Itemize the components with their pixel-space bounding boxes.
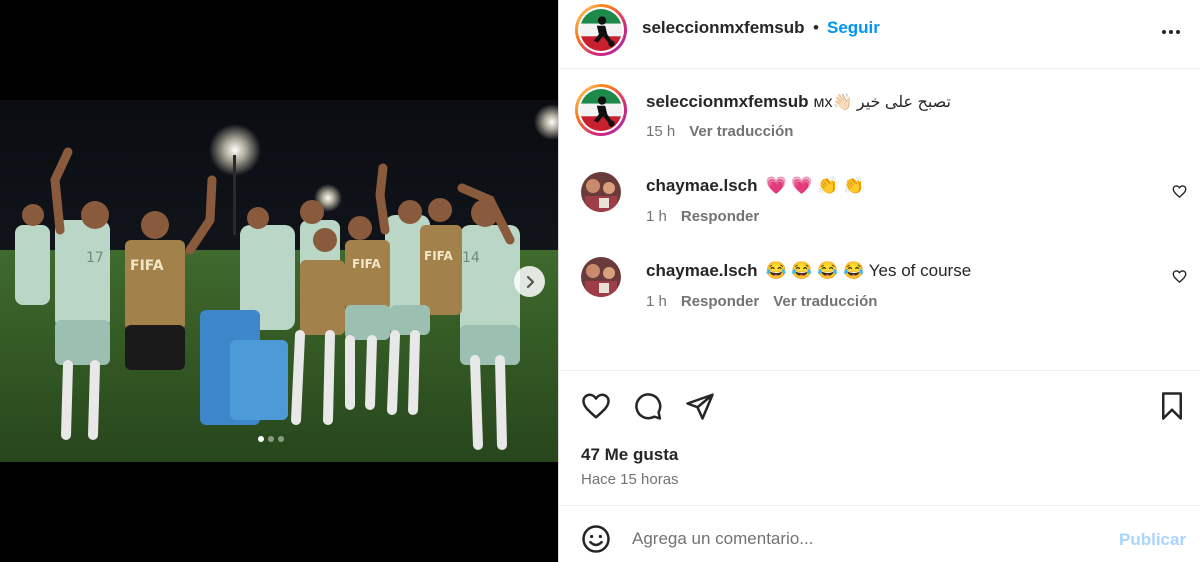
comment-text: 😂 😂 😂 😂 Yes of course [765,261,972,280]
caption-text: ᴍx👋🏻 تصبح على خير [813,94,951,111]
svg-text:FIFA: FIFA [130,258,164,274]
comment-username[interactable]: chaymae.lsch [646,261,758,280]
comment-icon[interactable] [633,391,663,421]
bookmark-icon[interactable] [1157,391,1187,421]
emoji-icon[interactable] [581,524,611,554]
comment-meta: 1 h Responder [646,208,773,225]
caption-username[interactable]: seleccionmxfemsub [646,92,809,111]
caption-avatar[interactable] [575,84,627,136]
comment-timestamp[interactable]: 1 h [646,208,667,225]
comment-input[interactable] [632,525,1062,553]
svg-text:FIFA: FIFA [424,249,453,263]
commenter-avatar[interactable] [581,257,621,297]
comment-line: chaymae.lsch 💗 💗 👏 👏 [646,176,864,196]
mexico-team-logo [580,89,622,131]
post-timestamp[interactable]: Hace 15 horas [581,471,679,488]
comment-timestamp[interactable]: 1 h [646,293,667,310]
more-options-icon[interactable] [1159,20,1183,44]
heart-icon[interactable] [1172,184,1187,199]
carousel-dot [278,436,284,442]
caption-line: seleccionmxfemsub ᴍx👋🏻 تصبح على خير [646,92,951,112]
see-translation-button[interactable]: Ver traducción [773,293,877,310]
comment-composer: Publicar [559,505,1200,562]
media-panel: FIFA FIFA FIFA 17 14 [0,0,558,562]
likes-count[interactable]: 47 Me gusta [581,445,678,465]
carousel-next-button[interactable] [514,266,545,297]
caption-meta: 15 h Ver traducción [646,123,807,140]
post-header: seleccionmxfemsub • Seguir [559,0,1200,69]
publish-button[interactable]: Publicar [1119,530,1186,550]
svg-text:14: 14 [462,250,480,266]
carousel-indicator [258,436,284,442]
like-heart-icon[interactable] [581,391,611,421]
post-actions: 47 Me gusta Hace 15 horas [559,370,1200,505]
commenter-avatar[interactable] [581,172,621,212]
comment-text: 💗 💗 👏 👏 [765,176,865,195]
reply-button[interactable]: Responder [681,208,759,225]
comment-line: chaymae.lsch 😂 😂 😂 😂 Yes of course [646,261,971,281]
carousel-dot [258,436,264,442]
post-side-panel: seleccionmxfemsub • Seguir seleccionmxfe… [558,0,1200,562]
comment-username[interactable]: chaymae.lsch [646,176,758,195]
see-translation-button[interactable]: Ver traducción [689,123,793,140]
separator-dot: • [813,18,819,37]
comment-meta: 1 h Responder Ver traducción [646,293,891,310]
share-icon[interactable] [685,391,715,421]
caption-timestamp[interactable]: 15 h [646,123,675,140]
author-username[interactable]: seleccionmxfemsub [642,18,805,38]
reply-button[interactable]: Responder [681,293,759,310]
carousel-dot [268,436,274,442]
post-photo[interactable]: FIFA FIFA FIFA 17 14 [0,100,558,462]
chevron-right-icon [526,275,534,288]
mexico-team-logo [580,9,622,51]
author-avatar[interactable] [575,4,627,56]
svg-text:17: 17 [86,250,104,266]
heart-icon[interactable] [1172,269,1187,284]
svg-text:FIFA: FIFA [352,257,381,271]
follow-button[interactable]: Seguir [827,18,880,38]
